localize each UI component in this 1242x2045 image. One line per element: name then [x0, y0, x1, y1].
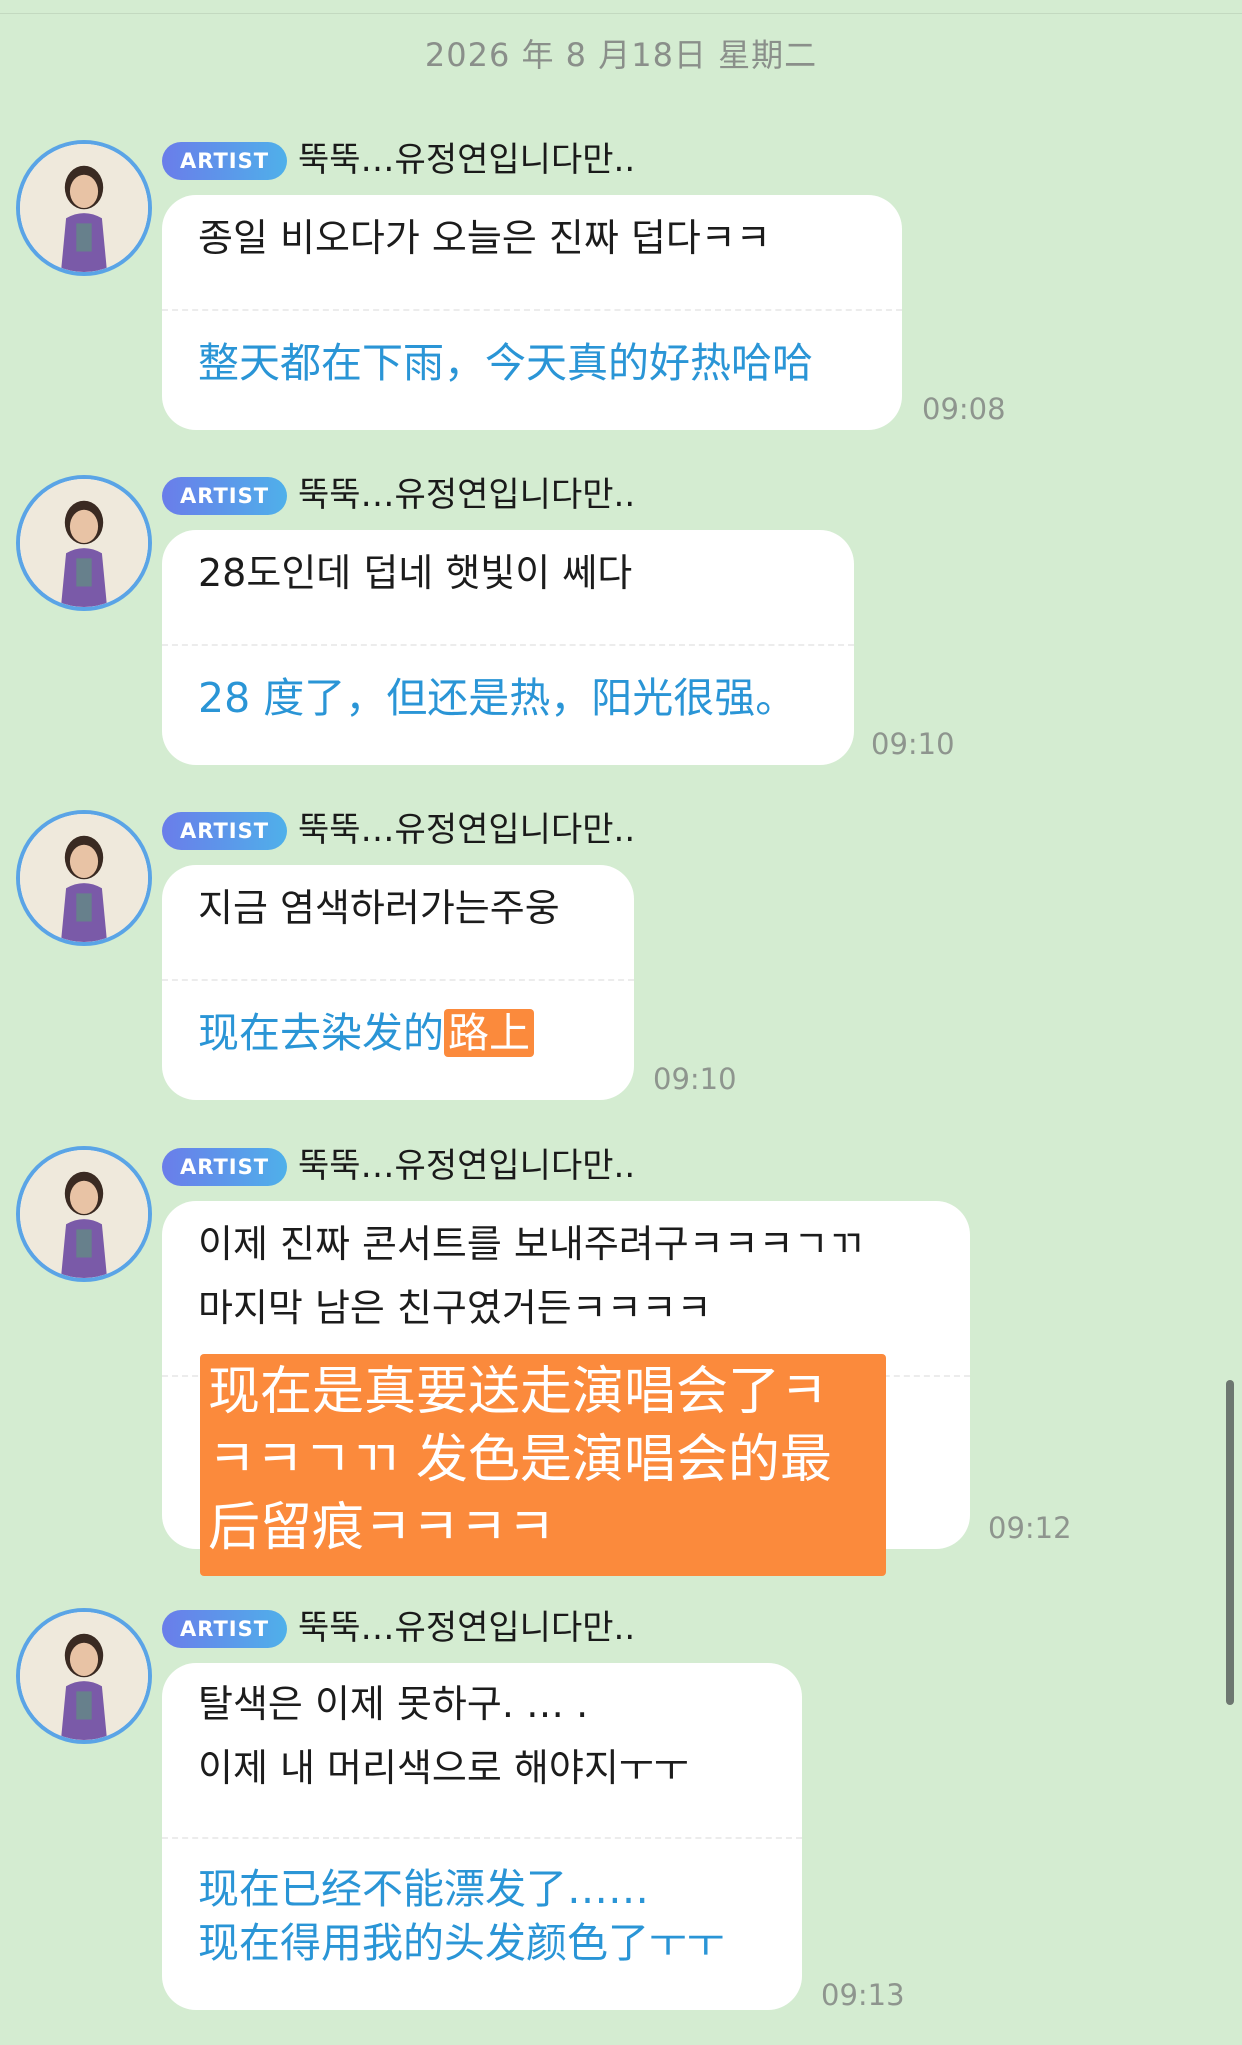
message-time: 09:13 [821, 1978, 905, 2012]
sender-name: 뚝뚝…유정연입니다만.. [298, 140, 636, 180]
message-time: 09:10 [871, 727, 955, 761]
scrollbar-thumb[interactable] [1226, 1380, 1234, 1705]
artist-badge: ARTIST [162, 477, 288, 515]
avatar-photo-icon [20, 479, 148, 607]
message-bubble[interactable]: 28도인데 덥네 햇빛이 쎄다 28 度了，但还是热，阳光很强。 [162, 530, 854, 765]
korean-text: 28도인데 덥네 햇빛이 쎄다 [198, 551, 633, 595]
artist-badge: ARTIST [162, 812, 288, 850]
artist-badge: ARTIST [162, 142, 288, 180]
chinese-translation-line-2: 现在得用我的头发颜色了ㅜㅜ [198, 1919, 725, 1967]
highlighted-text: 路上 [444, 1009, 534, 1057]
chinese-translation: 现在去染发的路上 [198, 1007, 534, 1059]
chinese-translation: 整天都在下雨，今天真的好热哈哈 [198, 339, 813, 387]
top-divider [0, 0, 1242, 14]
message-time: 09:08 [922, 392, 1006, 426]
sender-name: 뚝뚝…유정연입니다만.. [298, 1146, 636, 1186]
artist-avatar[interactable] [16, 140, 152, 276]
sender-name: 뚝뚝…유정연입니다만.. [298, 1608, 636, 1648]
korean-text-line-2: 이제 내 머리색으로 해야지ㅜㅜ [198, 1746, 689, 1790]
sender-name: 뚝뚝…유정연입니다만.. [298, 810, 636, 850]
message-bubble[interactable]: 지금 염색하러가는주웅 现在去染发的路上 [162, 865, 634, 1100]
avatar-photo-icon [20, 814, 148, 942]
artist-badge: ARTIST [162, 1610, 288, 1648]
artist-badge: ARTIST [162, 1148, 288, 1186]
artist-avatar[interactable] [16, 810, 152, 946]
chinese-translation-line-1: 现在已经不能漂发了…… [198, 1865, 649, 1913]
bubble-divider [162, 309, 902, 311]
bubble-divider [162, 644, 854, 646]
avatar-photo-icon [20, 1150, 148, 1278]
korean-text-line-1: 탈색은 이제 못하구. … . [198, 1682, 589, 1726]
message-bubble[interactable]: 탈색은 이제 못하구. … . 이제 내 머리색으로 해야지ㅜㅜ 现在已经不能漂… [162, 1663, 802, 2010]
artist-avatar[interactable] [16, 1146, 152, 1282]
artist-avatar[interactable] [16, 475, 152, 611]
bubble-divider [162, 979, 634, 981]
avatar-photo-icon [20, 144, 148, 272]
highlighted-translation: 现在是真要送走演唱会了ㅋ ㅋㅋㄱㄲ 发色是演唱会的最 后留痕ㅋㅋㅋㅋ [200, 1354, 886, 1576]
artist-avatar[interactable] [16, 1608, 152, 1744]
korean-text: 지금 염색하러가는주웅 [198, 886, 560, 930]
korean-text-line-1: 이제 진짜 콘서트를 보내주려구ㅋㅋㅋㄱㄲ [198, 1222, 864, 1266]
korean-text-line-2: 마지막 남은 친구였거든ㅋㅋㅋㅋ [198, 1286, 712, 1330]
highlighted-line-3: 后留痕ㅋㅋㅋㅋ [208, 1498, 556, 1558]
chinese-translation: 28 度了，但还是热，阳光很强。 [198, 674, 797, 722]
korean-text: 종일 비오다가 오늘은 진짜 덥다ㅋㅋ [198, 216, 771, 260]
message-time: 09:10 [653, 1062, 737, 1096]
highlighted-line-1: 现在是真要送走演唱会了ㅋ [208, 1362, 828, 1422]
bubble-divider [162, 1837, 802, 1839]
date-header: 2026 年 8 月18日 星期二 [424, 36, 818, 74]
avatar-photo-icon [20, 1612, 148, 1740]
chinese-text-plain: 现在去染发的 [198, 1009, 444, 1057]
message-bubble[interactable]: 종일 비오다가 오늘은 진짜 덥다ㅋㅋ 整天都在下雨，今天真的好热哈哈 [162, 195, 902, 430]
sender-name: 뚝뚝…유정연입니다만.. [298, 475, 636, 515]
highlighted-line-2: ㅋㅋㄱㄲ 发色是演唱会的最 [208, 1430, 832, 1490]
message-time: 09:12 [988, 1511, 1072, 1545]
